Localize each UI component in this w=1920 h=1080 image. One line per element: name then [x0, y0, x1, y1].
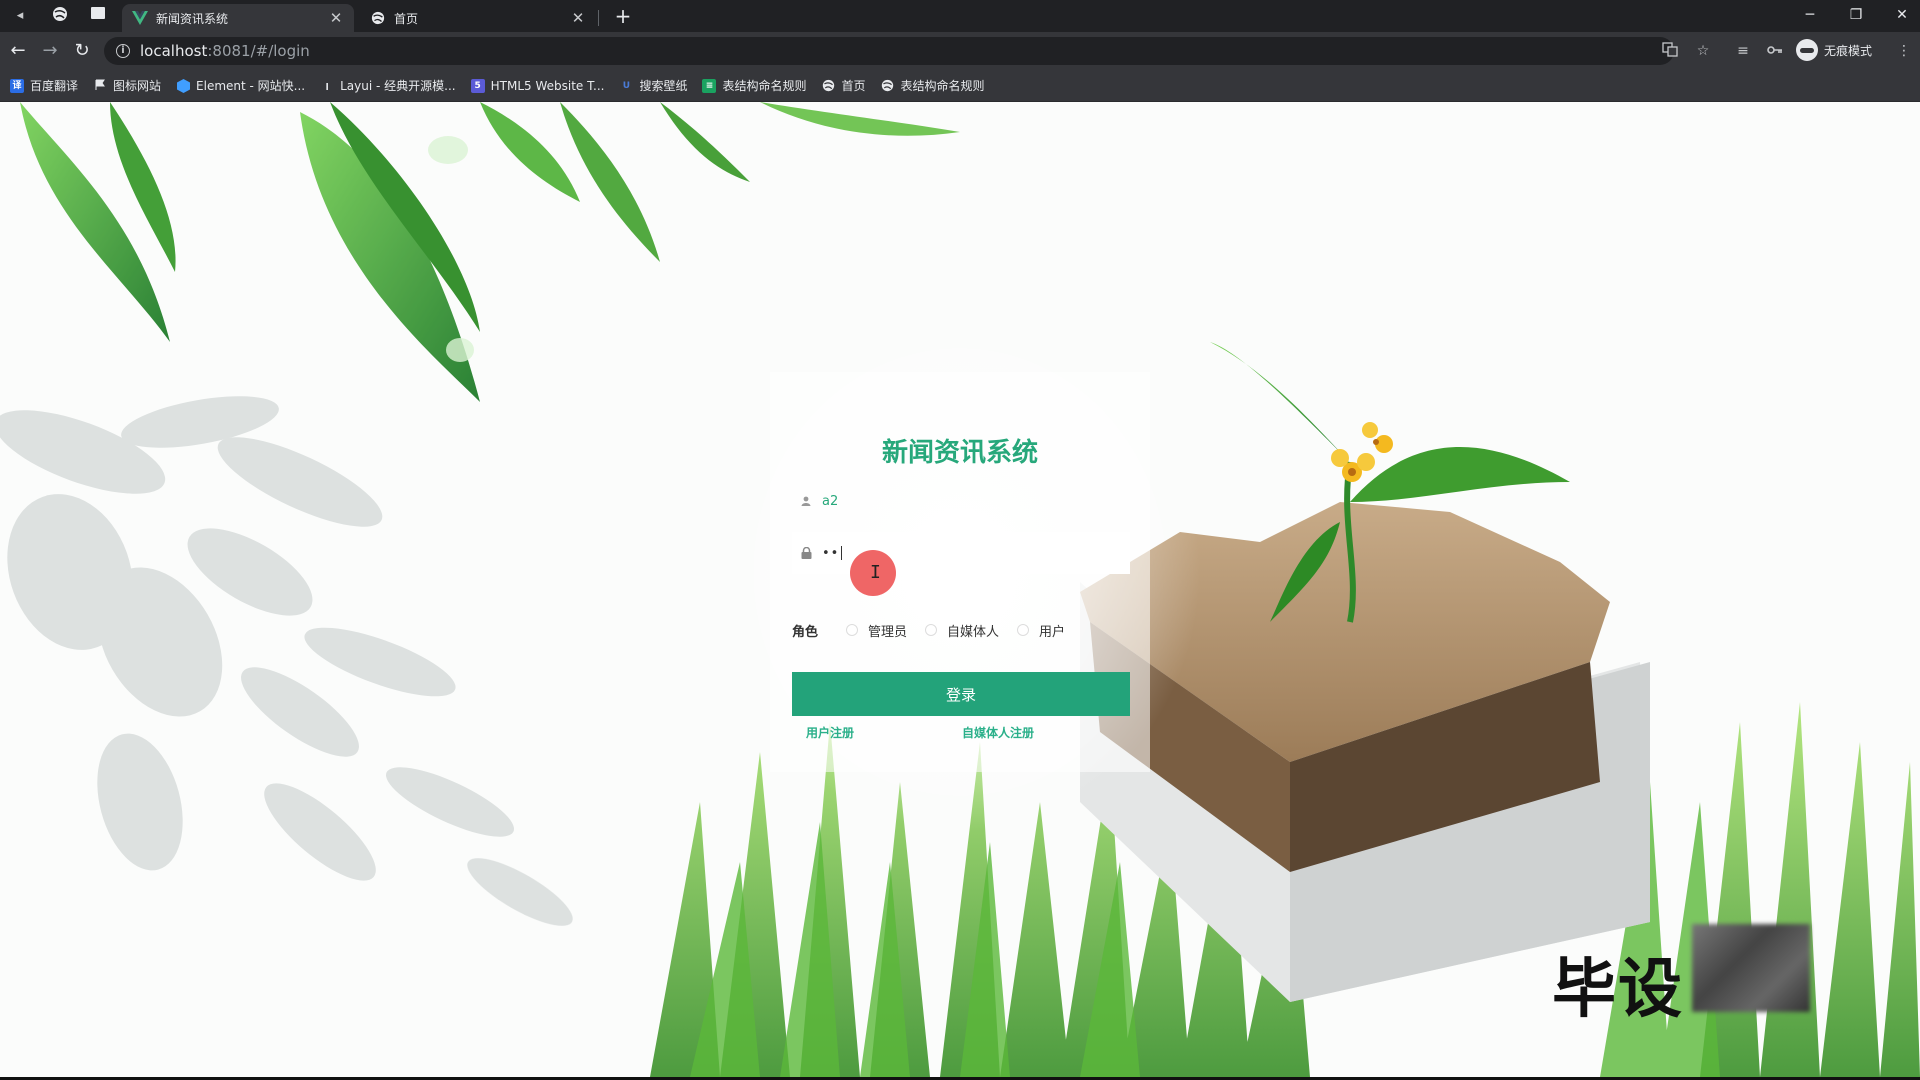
close-tab-icon[interactable]: ✕ [570, 9, 586, 27]
role-option-label: 自媒体人 [947, 624, 1000, 640]
bookmark-label: 表结构命名规则 [722, 79, 807, 93]
bookmarks-bar: 译百度翻译 图标网站 Element - 网站快... ꞁ Layui - 经典开… [0, 70, 1920, 102]
lock-icon [800, 547, 812, 559]
bookmark-label: Layui - 经典开源模... [340, 79, 456, 93]
globe-icon[interactable] [50, 6, 70, 26]
bookmark-label: 图标网站 [113, 79, 162, 93]
radio-circle[interactable] [925, 624, 938, 636]
bookmark-label: HTML5 Website T... [490, 78, 605, 93]
vue-logo-icon [132, 10, 148, 26]
bookmark-label: 搜索壁纸 [639, 79, 688, 93]
bookmark-label: Element - 网站快... [196, 79, 306, 93]
bookmark-item[interactable]: 译百度翻译 [10, 77, 78, 94]
globe-icon [881, 79, 895, 93]
wallpaper-icon: U [622, 80, 631, 91]
globe-icon [370, 10, 386, 26]
role-option-label: 管理员 [868, 624, 908, 640]
browser-tab-strip: ◂ 新闻资讯系统 ✕ 首页 ✕ + ─ ❐ ✕ [0, 0, 1920, 32]
reading-list-icon[interactable]: ≡ [1733, 41, 1753, 61]
bookmark-item[interactable]: U 搜索壁纸 [619, 77, 688, 94]
tab-search-icon[interactable]: ◂ [10, 6, 30, 26]
tab-title: 首页 [394, 11, 419, 26]
tab-home[interactable]: 首页 ✕ [360, 4, 596, 32]
page-title: 新闻资讯系统 [881, 438, 1038, 468]
login-form: 新闻资讯系统 a2 •• I 角色 管理员 自媒体人 用户 登录 用户注册 自媒… [770, 372, 1150, 772]
role-admin-radio[interactable]: 管理员 [846, 621, 907, 640]
bookmark-label: 表结构命名规则 [900, 79, 985, 93]
layui-icon: ꞁ [325, 80, 329, 91]
globe-icon [821, 79, 835, 93]
bookmark-item[interactable]: Element - 网站快... [176, 77, 305, 94]
media-register-link[interactable]: 自媒体人注册 [962, 724, 1034, 741]
bookmark-label: 百度翻译 [30, 79, 79, 93]
role-label: 角色 [792, 624, 819, 640]
close-tab-icon[interactable]: ✕ [328, 9, 344, 27]
mosaic-blur [1692, 924, 1810, 1012]
password-field[interactable]: •• [792, 532, 1130, 574]
incognito-label: 无痕模式 [1824, 43, 1873, 58]
site-info-icon[interactable]: i [116, 44, 130, 58]
tab-title: 新闻资讯系统 [156, 11, 229, 26]
login-button[interactable]: 登录 [792, 672, 1130, 716]
close-window-icon[interactable]: ✕ [1880, 2, 1920, 28]
text-caret [841, 546, 843, 560]
bookmark-item[interactable]: 表结构命名规则 [881, 77, 985, 94]
leaf-shadows [0, 396, 573, 926]
bookmark-item[interactable]: ꞁ Layui - 经典开源模... [320, 77, 456, 94]
password-value: •• [822, 545, 840, 561]
minimize-icon[interactable]: ─ [1788, 2, 1832, 28]
login-page: 新闻资讯系统 a2 •• I 角色 管理员 自媒体人 用户 登录 用户注册 自媒… [0, 102, 1920, 1077]
back-arrow-icon[interactable]: ← [8, 41, 28, 61]
tab-news-system[interactable]: 新闻资讯系统 ✕ [122, 4, 354, 32]
browser-toolbar: ← → ↻ i localhost:8081/#/login ☆ ≡ 无痕模式 … [0, 32, 1920, 70]
reload-icon[interactable]: ↻ [72, 41, 92, 61]
watermark-text: 毕设 [1552, 953, 1684, 1027]
element-icon [176, 78, 190, 93]
flag-icon [93, 79, 107, 93]
username-field[interactable]: a2 [792, 480, 1130, 522]
incognito-icon [1796, 39, 1818, 61]
radio-circle[interactable] [846, 624, 859, 636]
bookmark-item[interactable]: ≡ 表结构命名规则 [702, 77, 806, 94]
password-key-icon[interactable] [1765, 41, 1785, 61]
bookmark-label: 首页 [841, 79, 866, 93]
bookmark-star-icon[interactable]: ☆ [1693, 41, 1713, 61]
tab-separator [598, 10, 599, 26]
doc-icon: ≡ [702, 78, 717, 93]
html5-icon: 5 [470, 78, 485, 93]
restore-icon[interactable]: ❐ [1834, 2, 1878, 28]
more-menu-icon[interactable]: ⋮ [1894, 41, 1914, 61]
top-leaves [20, 102, 960, 402]
forward-arrow-icon[interactable]: → [40, 41, 60, 61]
role-option-label: 用户 [1039, 624, 1066, 640]
window-icon[interactable] [88, 6, 108, 26]
radio-circle[interactable] [1017, 624, 1030, 636]
translate-icon[interactable] [1660, 41, 1680, 61]
role-media-radio[interactable]: 自媒体人 [925, 621, 999, 640]
username-value: a2 [822, 493, 839, 509]
bookmark-item[interactable]: 5 HTML5 Website T... [470, 78, 605, 93]
address-path: :8081/#/login [207, 42, 310, 60]
new-tab-plus-icon[interactable]: + [612, 5, 634, 27]
role-selector: 角色 管理员 自媒体人 用户 [792, 620, 1132, 640]
address-host: localhost [140, 42, 208, 60]
role-user-radio[interactable]: 用户 [1017, 621, 1065, 640]
translate-icon: 译 [10, 78, 24, 93]
address-bar[interactable]: i localhost:8081/#/login [104, 37, 1674, 65]
bookmark-item[interactable]: 图标网站 [93, 77, 161, 94]
user-register-link[interactable]: 用户注册 [806, 724, 854, 741]
incognito-profile[interactable]: 无痕模式 [1796, 39, 1872, 61]
ibeam-cursor-icon: I [870, 562, 881, 583]
user-icon [800, 495, 812, 507]
bookmark-item[interactable]: 首页 [821, 77, 866, 94]
